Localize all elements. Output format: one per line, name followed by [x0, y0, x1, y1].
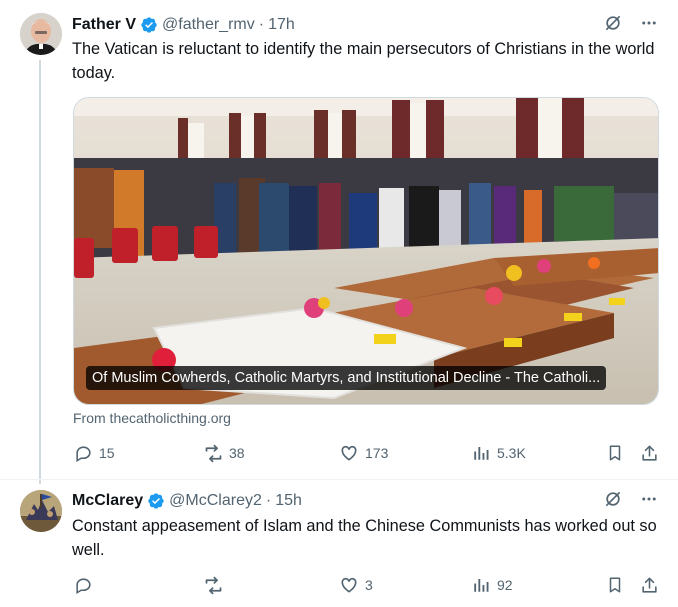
post-time[interactable]: 17h	[268, 16, 295, 34]
repost-count: 38	[229, 445, 245, 461]
post-time[interactable]: 15h	[275, 492, 302, 510]
bookmark-icon	[604, 442, 626, 464]
reply-button[interactable]	[72, 574, 99, 596]
bookmark-button[interactable]	[604, 442, 631, 464]
avatar[interactable]	[20, 490, 62, 532]
like-button[interactable]: 173	[338, 442, 388, 464]
reply-count: 15	[99, 445, 115, 461]
post-header: Father V @father_rmv · 17h	[72, 14, 295, 36]
like-button[interactable]: 3	[338, 574, 373, 596]
post-header: McClarey @McClarey2 · 15h	[72, 490, 302, 512]
reply-button[interactable]: 15	[72, 442, 115, 464]
views-icon	[470, 442, 492, 464]
author-handle[interactable]: @father_rmv	[162, 16, 255, 34]
separator-dot: ·	[265, 492, 272, 509]
like-icon	[338, 574, 360, 596]
verified-badge-icon	[140, 16, 158, 34]
share-button[interactable]	[638, 574, 665, 596]
post-father-v[interactable]: Father V @father_rmv · 17h The Vatican i…	[0, 0, 678, 480]
article-card-image[interactable]: Of Muslim Cowherds, Catholic Martyrs, an…	[73, 97, 659, 405]
post-mcclarey[interactable]: McClarey @McClarey2 · 15h Constant appea…	[0, 480, 678, 607]
repost-icon	[202, 574, 224, 596]
grok-icon[interactable]	[602, 12, 624, 34]
views-count: 5.3K	[497, 445, 526, 461]
avatar[interactable]	[20, 13, 62, 55]
more-icon[interactable]	[638, 488, 660, 510]
post-actions: 15 38 173 5.3K	[72, 442, 662, 464]
like-count: 173	[365, 445, 389, 461]
share-button[interactable]	[638, 442, 665, 464]
repost-button[interactable]	[202, 574, 229, 596]
post-top-icons	[602, 12, 660, 34]
post-top-icons	[602, 488, 660, 510]
separator-dot: ·	[258, 16, 265, 33]
article-title-overlay[interactable]: Of Muslim Cowherds, Catholic Martyrs, an…	[86, 366, 607, 390]
bookmark-button[interactable]	[604, 574, 631, 596]
author-handle[interactable]: @McClarey2	[169, 492, 262, 510]
grok-icon[interactable]	[602, 488, 624, 510]
funeral-photo	[74, 98, 658, 404]
repost-button[interactable]: 38	[202, 442, 245, 464]
article-source[interactable]: From thecatholicthing.org	[73, 410, 231, 426]
post-text: Constant appeasement of Islam and the Ch…	[72, 517, 657, 559]
views-button[interactable]: 92	[470, 574, 513, 596]
share-icon	[638, 574, 660, 596]
like-count: 3	[365, 577, 373, 593]
verified-badge-icon	[147, 492, 165, 510]
like-icon	[338, 442, 360, 464]
author-name[interactable]: Father V	[72, 16, 136, 34]
views-icon	[470, 574, 492, 596]
share-icon	[638, 442, 660, 464]
post-text: The Vatican is reluctant to identify the…	[72, 40, 655, 82]
bookmark-icon	[604, 574, 626, 596]
views-button[interactable]: 5.3K	[470, 442, 526, 464]
reply-icon	[72, 574, 94, 596]
more-icon[interactable]	[638, 12, 660, 34]
author-name[interactable]: McClarey	[72, 492, 143, 510]
repost-icon	[202, 442, 224, 464]
reply-icon	[72, 442, 94, 464]
post-actions: 3 92	[72, 574, 662, 596]
views-count: 92	[497, 577, 513, 593]
